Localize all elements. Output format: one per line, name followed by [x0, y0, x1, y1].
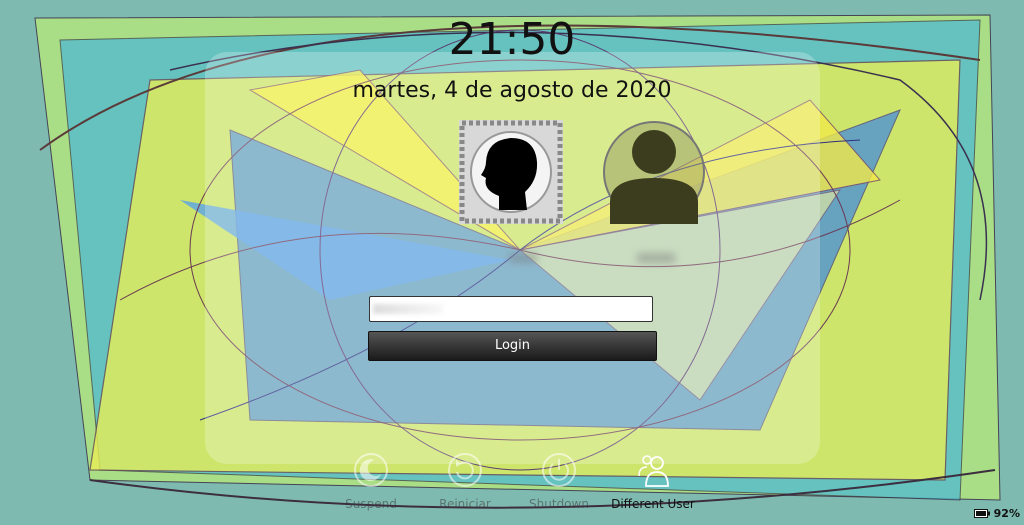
switch-user-button[interactable]: Different User	[603, 450, 703, 511]
user-avatar-1[interactable]	[459, 120, 563, 224]
password-value-blurred	[373, 304, 443, 314]
switch-user-icon	[638, 455, 669, 487]
suspend-button[interactable]: Suspend	[321, 450, 421, 511]
user-name-1-blurred	[508, 253, 538, 263]
battery-percent: 92%	[993, 507, 1020, 520]
user-name-2-blurred	[636, 253, 676, 263]
head-silhouette-avatar	[459, 120, 563, 224]
generic-user-avatar	[603, 121, 705, 224]
restart-label: Reiniciar	[439, 497, 491, 511]
clock-date: martes, 4 de agosto de 2020	[352, 78, 672, 103]
shutdown-icon	[542, 453, 576, 487]
battery-icon	[973, 509, 990, 518]
suspend-label: Suspend	[345, 497, 397, 511]
clock-time: 21:50	[448, 14, 576, 65]
shutdown-button[interactable]: Shutdown	[509, 450, 609, 511]
user-avatar-2[interactable]	[602, 120, 706, 224]
restart-icon	[448, 453, 482, 487]
shutdown-label: Shutdown	[529, 497, 589, 511]
switch-user-label: Different User	[611, 497, 695, 511]
battery-indicator: 92%	[973, 507, 1020, 520]
suspend-icon	[354, 453, 388, 487]
restart-button[interactable]: Reiniciar	[415, 450, 515, 511]
login-button[interactable]: Login	[368, 331, 657, 361]
